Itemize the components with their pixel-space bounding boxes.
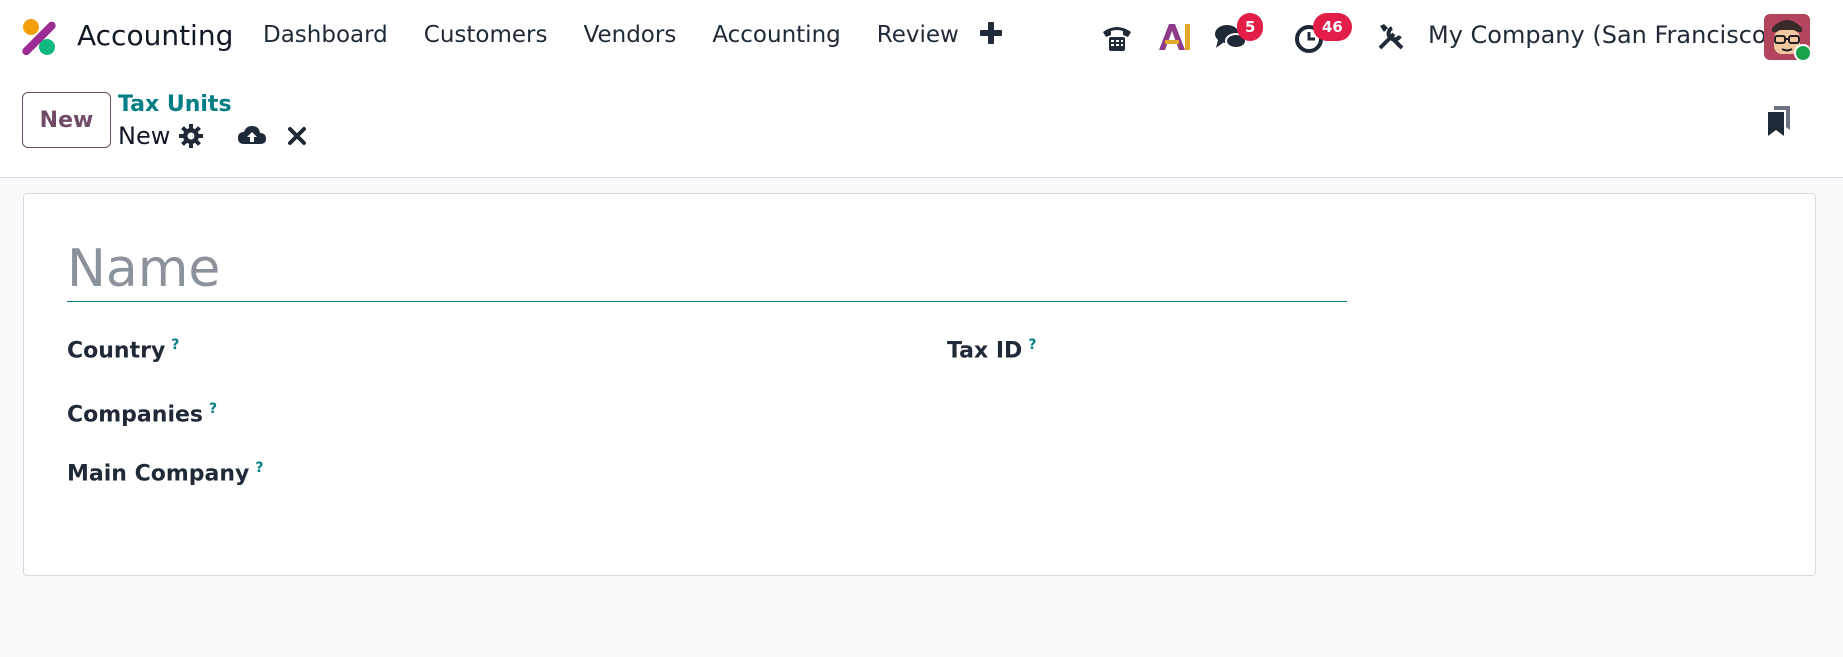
activities-badge: 46 — [1313, 13, 1352, 41]
gear-icon[interactable] — [178, 123, 204, 149]
tools-icon[interactable] — [1374, 20, 1408, 54]
tax-id-help-icon[interactable]: ? — [1028, 337, 1036, 353]
online-status-dot — [1794, 44, 1812, 62]
breadcrumb-current: New — [118, 122, 171, 150]
form-sheet: Country? Tax ID? Companies? Main Company… — [23, 193, 1816, 576]
companies-help-icon[interactable]: ? — [209, 401, 217, 417]
top-navbar: Accounting Dashboard Customers Vendors A… — [0, 0, 1843, 74]
close-icon[interactable] — [287, 126, 307, 146]
breadcrumb-tax-units[interactable]: Tax Units — [118, 92, 232, 117]
plus-icon[interactable] — [978, 20, 1004, 46]
main-company-label[interactable]: Main Company? — [67, 460, 264, 486]
name-input[interactable] — [67, 236, 1347, 302]
bookmark-icon[interactable] — [1766, 104, 1792, 138]
menu-item-review[interactable]: Review — [877, 22, 959, 48]
main-company-help-icon[interactable]: ? — [255, 460, 263, 476]
menu-item-vendors[interactable]: Vendors — [584, 22, 677, 48]
ai-icon[interactable] — [1157, 20, 1191, 54]
new-button[interactable]: New — [22, 92, 111, 148]
country-label-text: Country — [67, 338, 166, 364]
country-help-icon[interactable]: ? — [171, 337, 179, 353]
menu-item-accounting[interactable]: Accounting — [712, 22, 840, 48]
main-company-label-text: Main Company — [67, 461, 250, 487]
control-panel: New Tax Units New — [0, 74, 1843, 178]
companies-label-text: Companies — [67, 402, 203, 428]
menu-item-dashboard[interactable]: Dashboard — [263, 22, 388, 48]
menu-item-customers[interactable]: Customers — [424, 22, 548, 48]
messages-badge: 5 — [1237, 13, 1264, 41]
tax-id-label-text: Tax ID — [947, 338, 1023, 364]
tax-id-label[interactable]: Tax ID? — [947, 337, 1036, 363]
app-name[interactable]: Accounting — [77, 19, 233, 52]
main-menu: Dashboard Customers Vendors Accounting R… — [263, 22, 995, 48]
app-logo-icon[interactable] — [20, 18, 58, 56]
companies-label[interactable]: Companies? — [67, 401, 217, 427]
phone-icon[interactable] — [1100, 20, 1134, 54]
country-label[interactable]: Country? — [67, 337, 179, 363]
cloud-upload-icon[interactable] — [237, 124, 267, 148]
company-switcher[interactable]: My Company (San Francisco) — [1428, 21, 1776, 49]
